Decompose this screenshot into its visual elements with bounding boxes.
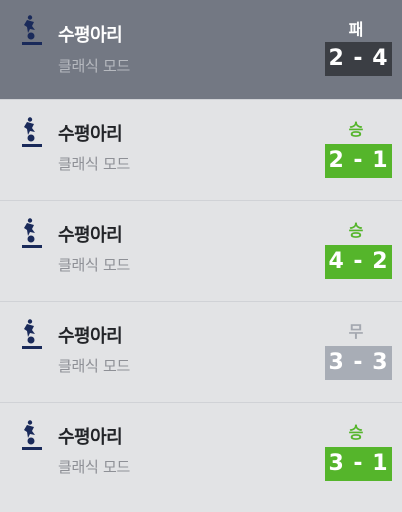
- result-label: 승: [348, 221, 364, 240]
- team-name: 수평아리: [58, 124, 123, 145]
- club-crest-icon: [22, 319, 42, 349]
- game-mode: 클래식 모드: [58, 57, 130, 75]
- score-badge: 3 - 3: [325, 346, 392, 380]
- score-badge: 2 - 4: [325, 42, 392, 76]
- match-row[interactable]: 수평아리 클래식 모드 무 3 - 3: [0, 301, 402, 402]
- game-mode: 클래식 모드: [58, 256, 130, 274]
- result-label: 승: [348, 120, 364, 139]
- team-name: 수평아리: [58, 427, 123, 448]
- team-name: 수평아리: [58, 225, 123, 246]
- match-row[interactable]: 수평아리 클래식 모드 승 4 - 2: [0, 200, 402, 301]
- match-row[interactable]: 수평아리 클래식 모드 패 2 - 4: [0, 0, 402, 99]
- game-mode: 클래식 모드: [58, 357, 130, 375]
- result-label: 패: [348, 20, 364, 39]
- match-row[interactable]: 수평아리 클래식 모드 승 3 - 1: [0, 402, 402, 503]
- result-label: 무: [348, 322, 364, 341]
- result-label: 승: [348, 423, 364, 442]
- game-mode: 클래식 모드: [58, 458, 130, 476]
- score-badge: 4 - 2: [325, 245, 392, 279]
- score-badge: 2 - 1: [325, 144, 392, 178]
- club-crest-icon: [22, 218, 42, 248]
- club-crest-icon: [22, 420, 42, 450]
- club-crest-icon: [22, 15, 42, 45]
- club-crest-icon: [22, 117, 42, 147]
- match-row[interactable]: 수평아리 클래식 모드 승 2 - 1: [0, 99, 402, 200]
- score-badge: 3 - 1: [325, 447, 392, 481]
- team-name: 수평아리: [58, 326, 123, 347]
- match-history-list: 수평아리 클래식 모드 패 2 - 4 수평아리 클래식 모드 승 2 - 1 …: [0, 0, 402, 512]
- game-mode: 클래식 모드: [58, 155, 130, 173]
- team-name: 수평아리: [58, 25, 123, 46]
